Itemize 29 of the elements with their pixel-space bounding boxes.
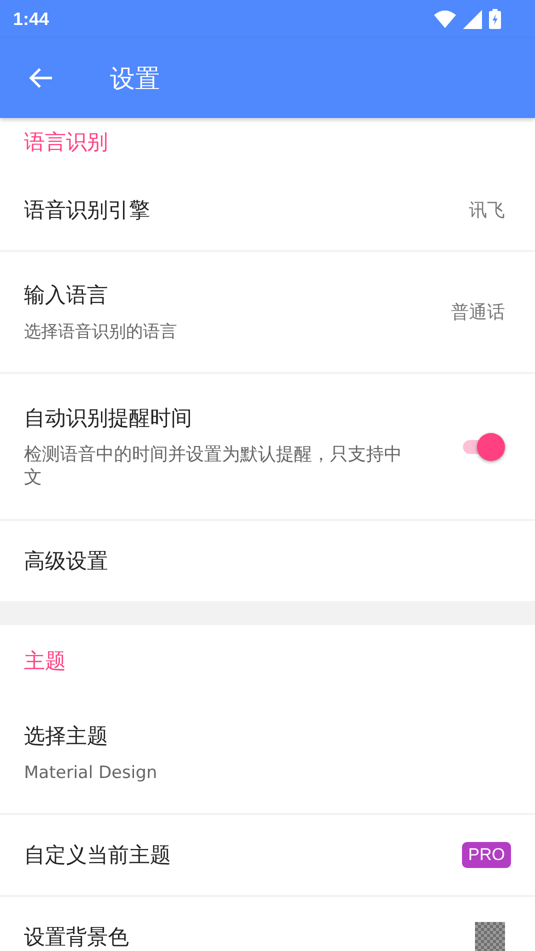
setting-summary: Material Design: [24, 762, 158, 784]
settings-row[interactable]: 设置背景色: [0, 897, 535, 951]
back-arrow-icon: [28, 66, 54, 90]
setting-title: 输入语言: [24, 282, 109, 309]
setting-title: 自动识别提醒时间: [24, 405, 193, 432]
setting-value: 普通话: [451, 301, 505, 324]
color-swatch[interactable]: [475, 922, 505, 951]
section-header: 语言识别: [23, 129, 109, 156]
section-header: 主题: [23, 648, 67, 675]
battery-charging-icon: [489, 9, 501, 29]
pro-badge: PRO: [462, 842, 511, 868]
signal-icon: [463, 10, 482, 28]
status-time: 1:44: [13, 8, 50, 30]
setting-value: 讯飞: [469, 199, 505, 222]
setting-title: 选择主题: [24, 722, 109, 750]
back-button[interactable]: [28, 66, 54, 90]
setting-title: 高级设置: [24, 548, 109, 575]
app-bar-title: 设置: [110, 62, 160, 94]
settings-row[interactable]: 语音识别引擎 讯飞: [0, 170, 535, 252]
settings-row[interactable]: 输入语言 选择语音识别的语言 普通话: [0, 252, 535, 374]
wifi-icon: [434, 10, 456, 28]
settings-row[interactable]: 自动识别提醒时间 检测语音中的时间并设置为默认提醒，只支持中文: [0, 374, 535, 521]
setting-title: 设置背景色: [24, 924, 130, 951]
setting-summary: 检测语音中的时间并设置为默认提醒，只支持中文: [24, 444, 403, 489]
settings-row[interactable]: 自定义当前主题 PRO: [0, 815, 535, 897]
settings-row[interactable]: 选择主题 Material Design: [0, 693, 535, 815]
setting-title: 语音识别引擎: [24, 197, 151, 224]
setting-title: 自定义当前主题: [24, 842, 172, 869]
setting-summary: 选择语音识别的语言: [24, 320, 178, 344]
